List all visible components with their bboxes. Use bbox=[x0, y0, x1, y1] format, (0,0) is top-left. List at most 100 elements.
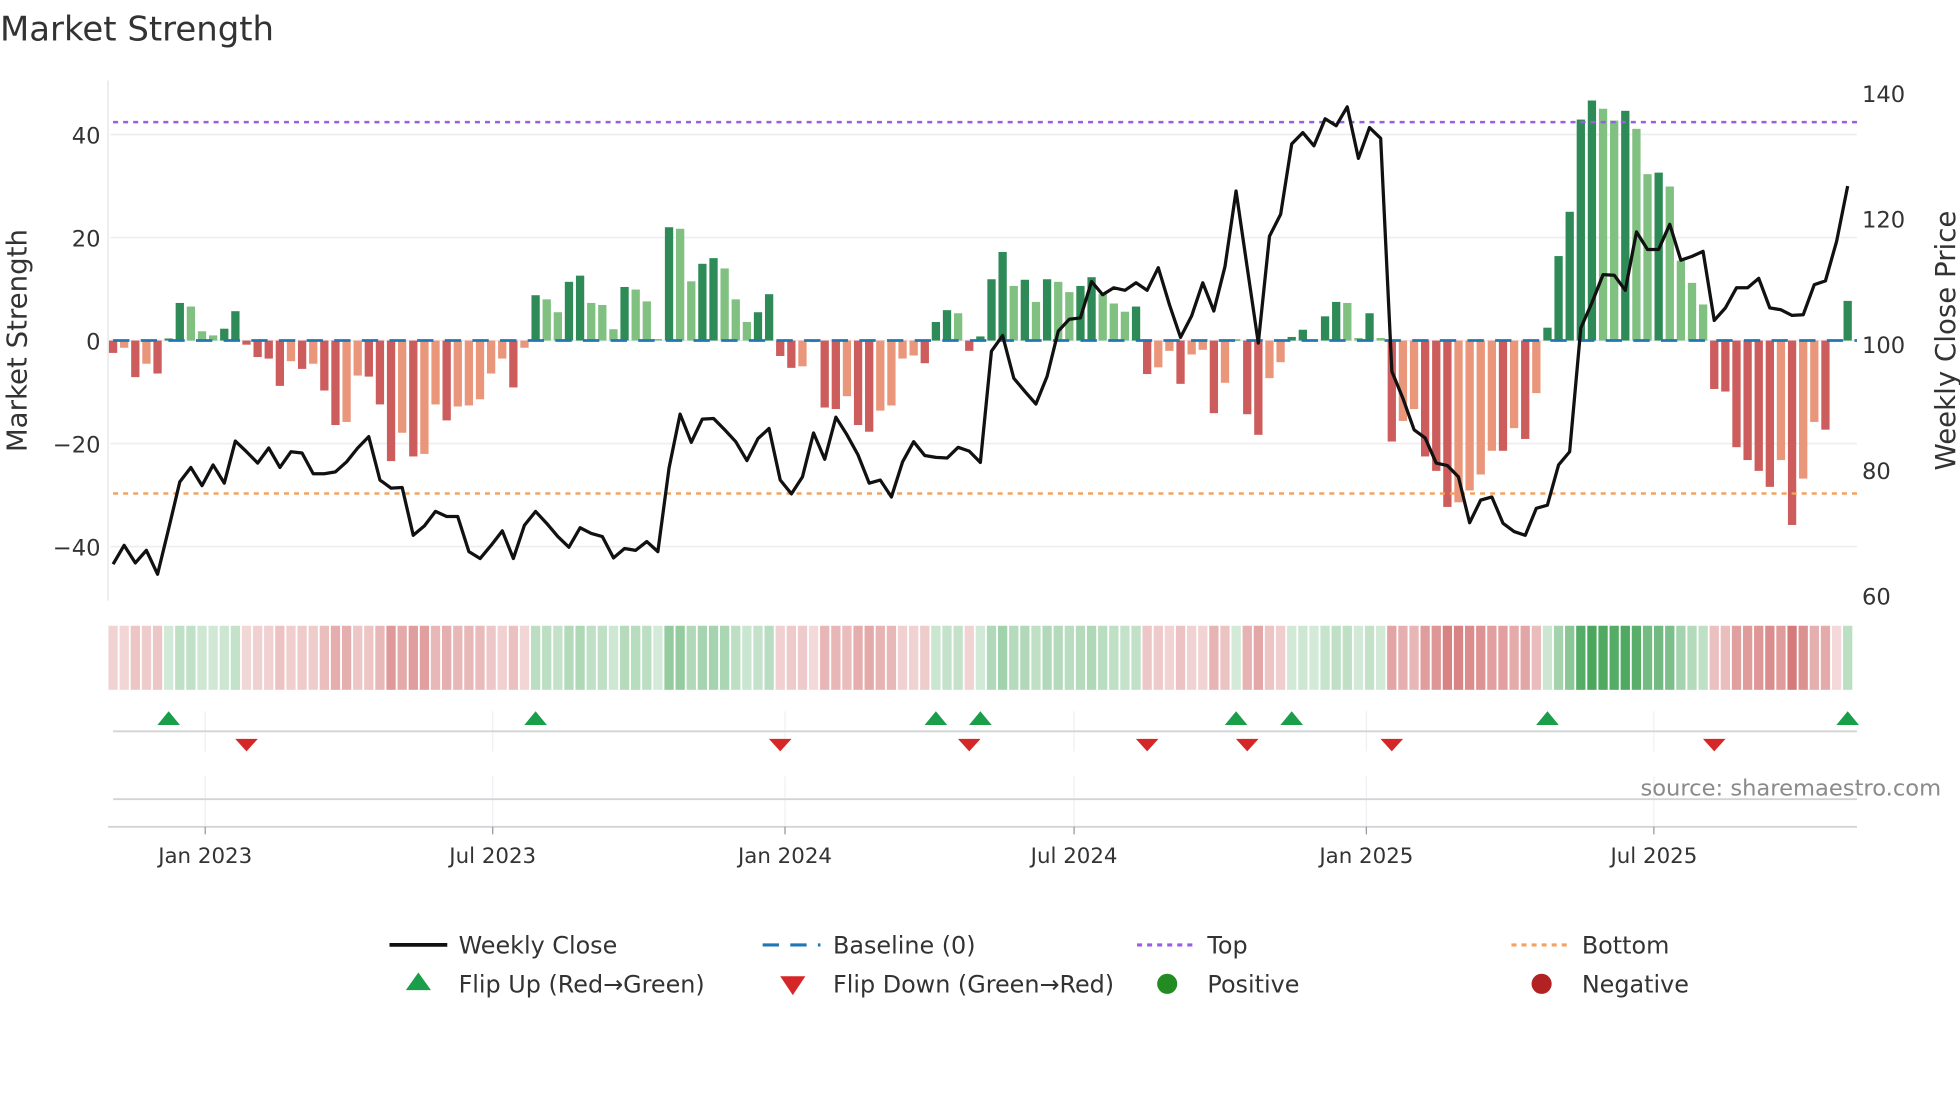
x-tick-label: Jan 2023 bbox=[156, 844, 252, 869]
strength-bar bbox=[542, 299, 551, 341]
heat-cell bbox=[719, 625, 730, 690]
strength-bar bbox=[764, 294, 774, 341]
heat-cell bbox=[764, 625, 774, 690]
flip-down-marker bbox=[1380, 738, 1404, 752]
strength-bar bbox=[1365, 313, 1374, 341]
strength-bar bbox=[1754, 340, 1763, 471]
heat-cell bbox=[397, 625, 407, 690]
strength-bar bbox=[953, 313, 963, 341]
strength-bar bbox=[286, 340, 296, 362]
heat-cell bbox=[542, 625, 552, 690]
heat-cell bbox=[1142, 625, 1152, 690]
heat-cell bbox=[1209, 625, 1219, 690]
strength-bar bbox=[1743, 340, 1752, 461]
heat-cell bbox=[1442, 625, 1453, 690]
strength-bar bbox=[931, 322, 941, 341]
strength-bar bbox=[342, 340, 351, 422]
strength-bar bbox=[1799, 340, 1808, 479]
strength-bar bbox=[509, 340, 518, 388]
heat-cell bbox=[1698, 625, 1708, 690]
strength-bar bbox=[1098, 294, 1107, 341]
heat-cell bbox=[686, 625, 696, 690]
strength-bar bbox=[898, 340, 907, 359]
heat-cell bbox=[442, 625, 452, 690]
heat-cell bbox=[119, 625, 129, 690]
heat-cell bbox=[453, 625, 463, 690]
heat-cell bbox=[241, 625, 252, 690]
y-tick-label: 20 bbox=[72, 226, 101, 252]
strength-bar bbox=[842, 340, 852, 397]
strength-bar bbox=[1443, 340, 1452, 507]
heat-cell bbox=[486, 625, 496, 690]
heat-cell bbox=[1020, 625, 1030, 690]
strength-bar bbox=[1165, 340, 1174, 351]
heat-cell bbox=[742, 625, 752, 690]
strength-bar bbox=[220, 328, 229, 341]
left-axis-ticks: −40 −20 0 20 40 bbox=[53, 123, 101, 561]
legend-label: Top bbox=[1206, 932, 1247, 960]
strength-bar bbox=[531, 295, 540, 341]
strength-bar bbox=[564, 281, 574, 341]
heat-cell bbox=[1787, 625, 1797, 690]
heat-cell bbox=[497, 625, 507, 690]
heat-cell bbox=[275, 625, 285, 690]
heat-cell bbox=[1120, 625, 1130, 690]
strength-bar bbox=[1332, 301, 1341, 341]
strength-bar bbox=[1198, 340, 1207, 350]
strength-bar bbox=[1665, 186, 1674, 341]
strength-bar bbox=[575, 275, 585, 341]
heat-cell bbox=[164, 625, 174, 690]
heat-cell bbox=[208, 625, 218, 690]
flip-down-marker bbox=[1135, 738, 1159, 752]
heat-cell bbox=[1098, 625, 1108, 690]
heat-cell bbox=[530, 625, 541, 690]
strength-bar bbox=[776, 340, 785, 357]
heat-cell bbox=[130, 625, 140, 690]
strength-bar bbox=[876, 340, 885, 411]
heat-cell bbox=[1398, 625, 1408, 690]
strength-bar bbox=[942, 310, 952, 341]
heat-cell bbox=[286, 625, 296, 690]
legend-label: Baseline (0) bbox=[833, 932, 976, 960]
circle-icon bbox=[1157, 973, 1178, 994]
circle-icon bbox=[1531, 973, 1552, 994]
y2-tick-label: 100 bbox=[1862, 333, 1905, 359]
strength-bar bbox=[753, 312, 763, 341]
heat-cell bbox=[1820, 625, 1831, 690]
strength-bar bbox=[742, 322, 752, 341]
strength-bar bbox=[1265, 340, 1274, 379]
strength-bar bbox=[1031, 301, 1041, 341]
legend-label: Bottom bbox=[1582, 932, 1670, 960]
strength-bar bbox=[275, 340, 285, 386]
heat-cell bbox=[1509, 625, 1519, 690]
heat-cell bbox=[1765, 625, 1775, 690]
strength-bar bbox=[787, 340, 796, 368]
heat-cell bbox=[175, 625, 185, 690]
strength-bar bbox=[1776, 340, 1786, 461]
heat-cell bbox=[108, 625, 118, 690]
legend-item-weekly-close: Weekly Close bbox=[389, 932, 617, 960]
strength-bar bbox=[1109, 303, 1118, 341]
heat-cell bbox=[1331, 625, 1341, 690]
flip-up-marker bbox=[1836, 711, 1859, 726]
strength-bar bbox=[1509, 340, 1519, 429]
strength-bar bbox=[1254, 340, 1263, 435]
strength-bar bbox=[620, 286, 629, 341]
heat-cell bbox=[1487, 625, 1497, 690]
strength-bar bbox=[987, 279, 996, 341]
heat-cell bbox=[697, 625, 708, 690]
strength-bar bbox=[1020, 279, 1029, 341]
strength-bar bbox=[386, 340, 396, 462]
heat-cell bbox=[664, 625, 674, 690]
heat-cell bbox=[1353, 625, 1364, 690]
flip-down-marker bbox=[1702, 738, 1726, 752]
strength-bar bbox=[887, 340, 896, 406]
strength-bar bbox=[1065, 292, 1074, 341]
strength-bar bbox=[1565, 211, 1574, 341]
heat-cell bbox=[508, 625, 519, 690]
heat-cell bbox=[1253, 625, 1264, 690]
strength-bar bbox=[1298, 329, 1307, 341]
strength-bar bbox=[1009, 285, 1018, 341]
heat-cell bbox=[1809, 625, 1819, 690]
x-tick-label: Jul 2023 bbox=[447, 844, 536, 869]
